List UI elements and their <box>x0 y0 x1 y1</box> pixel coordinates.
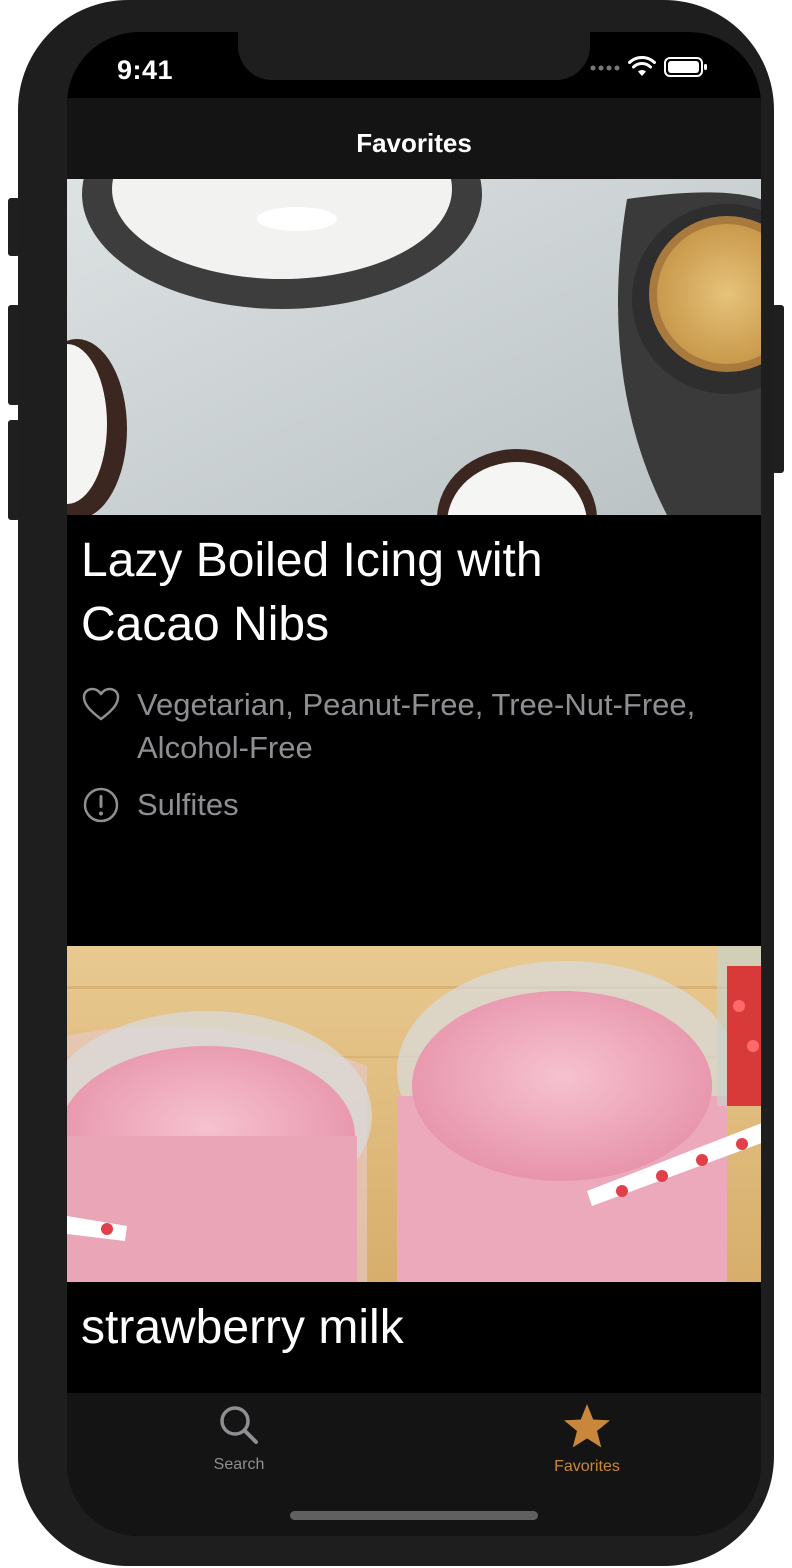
notch <box>238 30 590 80</box>
wifi-icon <box>628 56 656 76</box>
page-title: Favorites <box>356 128 472 158</box>
star-icon <box>564 1404 610 1448</box>
cautions-row: Sulfites <box>81 783 747 826</box>
recipe-image[interactable] <box>67 946 761 1282</box>
screen: Favorites Lazy Boiled Icing with Cacao N… <box>67 32 761 1536</box>
tab-search[interactable]: Search <box>179 1403 299 1474</box>
recipe-title[interactable]: strawberry milk <box>81 1296 601 1360</box>
battery-icon <box>664 57 707 77</box>
heart-icon <box>82 687 120 721</box>
home-indicator[interactable] <box>290 1511 538 1520</box>
recipe-image[interactable] <box>67 179 761 515</box>
cautions-text: Sulfites <box>137 787 239 822</box>
status-icons <box>590 56 708 78</box>
health-labels-text: Vegetarian, Peanut-Free, Tree-Nut-Free, … <box>137 687 696 765</box>
search-icon <box>220 1406 258 1444</box>
tab-label-search: Search <box>213 1456 265 1473</box>
recipe-title[interactable]: Lazy Boiled Icing with Cacao Nibs <box>81 529 601 657</box>
phone-frame: Favorites Lazy Boiled Icing with Cacao N… <box>18 0 774 1566</box>
tab-favorites[interactable]: Favorites <box>527 1403 647 1476</box>
icing-photo-icon <box>67 179 761 515</box>
health-labels-row: Vegetarian, Peanut-Free, Tree-Nut-Free, … <box>81 683 747 769</box>
recipe-card[interactable]: strawberry milk <box>67 946 761 1393</box>
signal-dots-icon <box>590 65 620 71</box>
navigation-bar: Favorites <box>67 98 761 179</box>
status-time: 9:41 <box>117 55 174 85</box>
strawberry-milk-photo-icon <box>67 946 761 1282</box>
recipe-card[interactable]: Lazy Boiled Icing with Cacao Nibs Vegeta… <box>67 179 761 946</box>
tab-label-favorites: Favorites <box>554 1458 620 1475</box>
favorites-list[interactable]: Lazy Boiled Icing with Cacao Nibs Vegeta… <box>67 179 761 1393</box>
exclamation-circle-icon <box>83 787 119 823</box>
